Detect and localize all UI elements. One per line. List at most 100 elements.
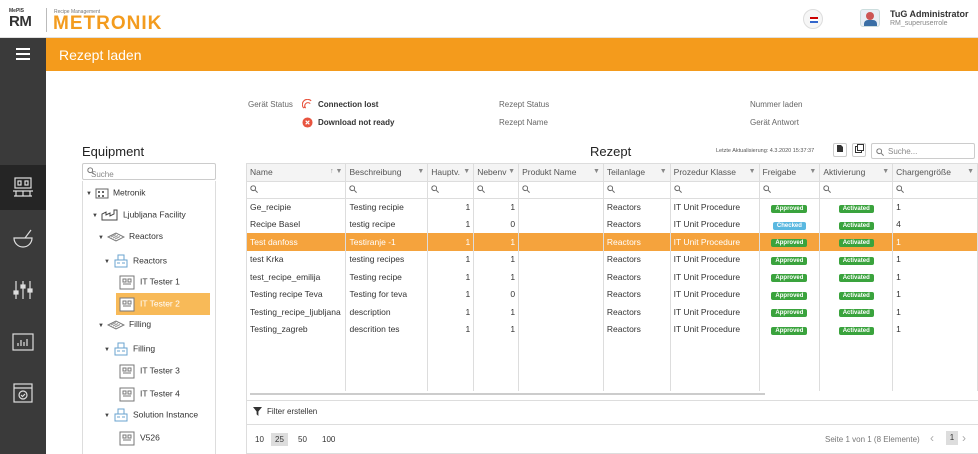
column-header-teilanlage[interactable]: Teilanlage ▼ xyxy=(603,164,671,182)
empty-cell xyxy=(518,355,604,373)
table-row[interactable]: Testing_zagreb descrition tes 1 1 Reactors IT… xyxy=(247,320,978,338)
cell-freigabe: Approved xyxy=(759,268,821,286)
column-filter-icon[interactable]: ↑ ▼ xyxy=(330,168,342,175)
prev-page-icon[interactable]: ‹ xyxy=(930,431,934,445)
column-header-chargengroesse[interactable]: Chargengröße ▼ xyxy=(892,164,978,182)
cell-freigabe: Approved xyxy=(759,303,821,321)
column-header-label: Produkt Name xyxy=(522,167,577,178)
tree-node-metronik[interactable]: ▼ Metronik xyxy=(86,187,146,203)
column-filter-icon[interactable]: ▼ xyxy=(463,168,470,175)
empty-cell xyxy=(603,338,671,356)
column-header-produkt-name[interactable]: Produkt Name ▼ xyxy=(518,164,604,182)
user-name[interactable]: TuG Administrator xyxy=(890,9,969,19)
tree-node-it-tester-2[interactable]: IT Tester 2 xyxy=(116,293,210,315)
column-header-prozedur-klasse[interactable]: Prozedur Klasse ▼ xyxy=(670,164,760,182)
sidebar-equipment-icon[interactable] xyxy=(0,165,46,210)
cell-teilanlage: Reactors xyxy=(603,250,671,268)
column-header-name[interactable]: Name ↑ ▼ xyxy=(247,164,347,182)
equipment-search-input[interactable]: Suche xyxy=(82,163,216,180)
column-filter-icon[interactable]: ▼ xyxy=(749,168,756,175)
recipe-search-input[interactable]: Suche... xyxy=(871,143,975,159)
page-size-100[interactable]: 100 xyxy=(318,433,339,446)
caret-down-icon[interactable]: ▼ xyxy=(98,323,104,329)
tree-node-reactors-area[interactable]: ▼ Reactors xyxy=(98,231,163,247)
column-filter-input[interactable] xyxy=(819,181,894,199)
column-header-nebenv[interactable]: Nebenv ▼ xyxy=(473,164,520,182)
column-header-freigabe[interactable]: Freigabe ▼ xyxy=(759,164,821,182)
empty-cell xyxy=(670,338,760,356)
column-chooser-button[interactable] xyxy=(852,143,866,157)
cell-beschreibung: Testing for teva xyxy=(345,285,429,303)
caret-down-icon[interactable]: ▼ xyxy=(104,413,110,419)
column-filter-icon[interactable]: ▼ xyxy=(417,168,424,175)
search-icon xyxy=(522,184,531,193)
table-row[interactable]: test_recipe_emilija Testing recipe 1 1 React… xyxy=(247,268,978,286)
user-role: RM_superuserrole xyxy=(890,20,948,27)
empty-cell xyxy=(345,373,429,391)
column-filter-input[interactable] xyxy=(603,181,671,199)
column-filter-icon[interactable]: ▼ xyxy=(882,168,889,175)
page-size-50[interactable]: 50 xyxy=(294,433,311,446)
next-page-icon[interactable]: › xyxy=(962,431,966,445)
table-row[interactable]: Test danfoss Testiranje -1 1 1 Reactors IT Un… xyxy=(247,233,978,251)
caret-down-icon[interactable]: ▼ xyxy=(104,259,110,265)
column-header-hauptv[interactable]: Hauptv. ▼ xyxy=(427,164,475,182)
column-filter-input[interactable] xyxy=(345,181,429,199)
tree-node-ljubljana-facility[interactable]: ▼ Ljubljana Facility xyxy=(92,209,186,225)
table-row[interactable]: Recipe Basel testig recipe 1 0 Reactors IT Un… xyxy=(247,215,978,233)
title-bar xyxy=(0,38,978,71)
cell-aktivierung: Activated xyxy=(819,268,894,286)
tree-node-it-tester-4[interactable]: IT Tester 4 xyxy=(118,385,180,402)
table-row[interactable]: Testing_recipe_ljubljana description 1 1 Rea… xyxy=(247,303,978,321)
column-header-beschreibung[interactable]: Beschreibung ▼ xyxy=(345,164,429,182)
tree-node-v526[interactable]: V526 xyxy=(118,429,160,446)
table-row[interactable]: Testing recipe Teva Testing for teva 1 0 Rea… xyxy=(247,285,978,303)
column-filter-icon[interactable]: ▼ xyxy=(508,168,515,175)
equipment-search-placeholder: Suche xyxy=(87,167,114,179)
caret-down-icon[interactable]: ▼ xyxy=(98,235,104,241)
sidebar-report-icon[interactable] xyxy=(0,320,46,365)
table-row[interactable]: Ge_recipie Testing recipie 1 1 Reactors IT Un… xyxy=(247,198,978,216)
export-button[interactable] xyxy=(833,143,847,157)
empty-cell xyxy=(819,373,894,391)
caret-down-icon[interactable]: ▼ xyxy=(104,347,110,353)
sidebar-mortar-icon[interactable] xyxy=(0,217,46,262)
column-filter-input[interactable] xyxy=(247,181,347,199)
column-filter-input[interactable] xyxy=(670,181,760,199)
caret-down-icon[interactable]: ▼ xyxy=(92,213,98,219)
filter-builder[interactable]: Filter erstellen xyxy=(246,400,978,420)
cell-beschreibung: testig recipe xyxy=(345,215,429,233)
cell-beschreibung: descrition tes xyxy=(345,320,429,338)
page-size-10[interactable]: 10 xyxy=(251,433,268,446)
tree-node-filling-cell[interactable]: ▼ Filling xyxy=(104,341,155,357)
tree-node-reactors-cell[interactable]: ▼ Reactors xyxy=(104,253,167,269)
language-flag-button[interactable] xyxy=(803,9,823,29)
cell-freigabe: Checked xyxy=(759,215,821,233)
cell-chargengroesse: 1 xyxy=(892,198,978,216)
hamburger-menu-button[interactable] xyxy=(0,38,46,71)
table-row[interactable]: test Krka testing recipes 1 1 Reactors IT Uni… xyxy=(247,250,978,268)
tree-node-filling-area[interactable]: ▼ Filling xyxy=(98,319,151,335)
horizontal-scrollbar[interactable] xyxy=(250,393,765,395)
column-filter-icon[interactable]: ▼ xyxy=(660,168,667,175)
tree-node-it-tester-1[interactable]: IT Tester 1 xyxy=(118,273,180,290)
tree-node-solution-instance[interactable]: ▼ Solution Instance xyxy=(104,407,198,423)
column-filter-icon[interactable]: ▼ xyxy=(809,168,816,175)
column-filter-input[interactable] xyxy=(518,181,604,199)
column-filter-icon[interactable]: ▼ xyxy=(593,168,600,175)
column-filter-input[interactable] xyxy=(427,181,475,199)
user-avatar-icon[interactable] xyxy=(860,9,880,27)
sidebar-badge-icon[interactable] xyxy=(0,371,46,416)
column-filter-input[interactable] xyxy=(473,181,520,199)
column-header-aktivierung[interactable]: Aktivierung ▼ xyxy=(819,164,894,182)
caret-down-icon[interactable]: ▼ xyxy=(86,191,92,197)
cell-aktivierung: Activated xyxy=(819,250,894,268)
column-filter-input[interactable] xyxy=(892,181,978,199)
tree-node-it-tester-3[interactable]: IT Tester 3 xyxy=(118,362,180,379)
column-filter-input[interactable] xyxy=(759,181,821,199)
sidebar-sliders-icon[interactable] xyxy=(0,268,46,313)
page-number[interactable]: 1 xyxy=(946,431,958,445)
page-info: Seite 1 von 1 (8 Elemente) xyxy=(825,435,920,444)
column-filter-icon[interactable]: ▼ xyxy=(967,168,974,175)
page-size-25[interactable]: 25 xyxy=(271,433,288,446)
